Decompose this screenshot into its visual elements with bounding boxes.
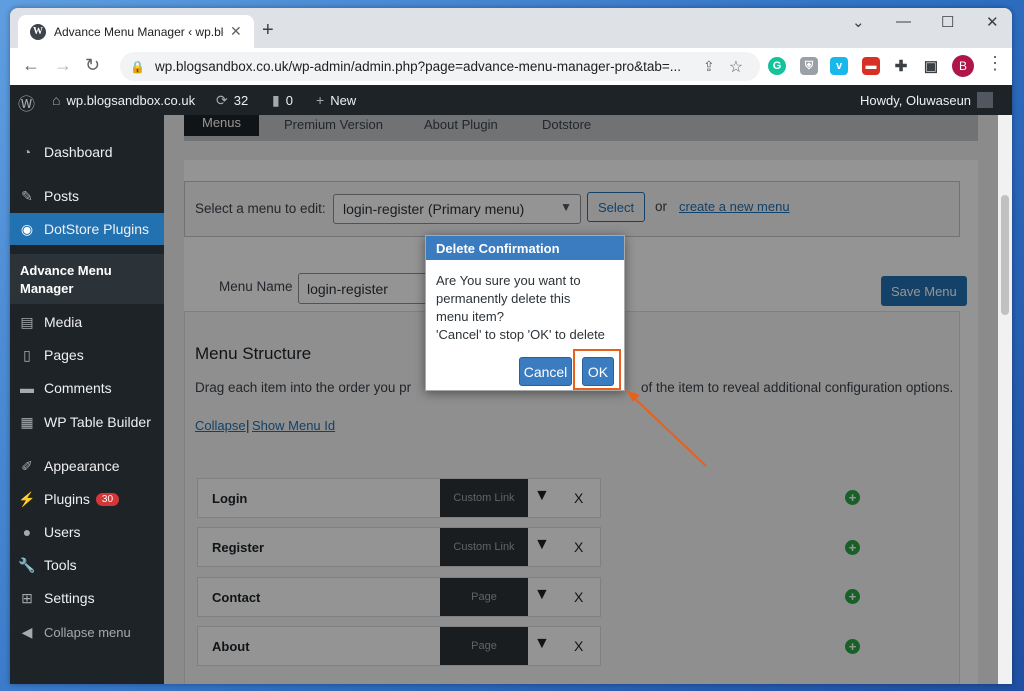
chevron-down-icon[interactable]: ⌄ <box>852 13 865 31</box>
home-icon: ⌂ <box>52 92 61 108</box>
users-icon: ● <box>22 524 32 540</box>
modal-overlay <box>164 115 998 684</box>
minimize-icon[interactable]: — <box>896 13 911 30</box>
extension-red-icon[interactable]: ▬ <box>862 57 880 75</box>
dialog-line: Are You sure you want to <box>436 273 581 288</box>
tab-title: Advance Menu Manager ‹ wp.blo <box>54 24 224 39</box>
admin-sidebar: ◔ Dashboard ✎ Posts ◉ DotStore Plugins A… <box>10 115 164 684</box>
forward-icon[interactable]: → <box>54 55 72 76</box>
comments-count: 0 <box>285 93 293 108</box>
page-scrollbar[interactable] <box>998 115 1012 684</box>
dashboard-icon: ◔ <box>22 144 32 160</box>
sidebar-item-label: DotStore Plugins <box>44 221 150 237</box>
collapse-icon: ◀ <box>21 623 33 640</box>
plus-icon: + <box>316 92 325 108</box>
sidebar-item-pages[interactable]: ▯ Pages <box>10 339 164 371</box>
grammarly-icon[interactable]: G <box>768 57 786 75</box>
sidebar-item-plugins[interactable]: ⚡ Plugins 30 <box>10 483 164 515</box>
dotstore-icon: ◉ <box>20 220 34 237</box>
star-icon[interactable]: ☆ <box>729 57 743 77</box>
browser-tab[interactable]: W Advance Menu Manager ‹ wp.blo ✕ <box>18 15 254 48</box>
media-icon: ▤ <box>20 313 34 330</box>
maximize-icon[interactable]: ☐ <box>941 13 954 31</box>
new-content-link[interactable]: + New <box>316 92 356 108</box>
sidebar-item-label: Dashboard <box>44 144 113 160</box>
plug-icon: ⚡ <box>18 490 36 507</box>
back-icon[interactable]: ← <box>22 55 40 76</box>
dialog-line: 'Cancel' to stop 'OK' to delete <box>436 327 605 342</box>
pages-icon: ▯ <box>23 346 31 363</box>
vimeo-icon[interactable]: v <box>830 57 848 75</box>
sidebar-item-appearance[interactable]: ✐ Appearance <box>10 450 164 482</box>
wordpress-icon: W <box>30 23 46 40</box>
lock-icon[interactable]: 🔒 <box>130 60 145 74</box>
cancel-button[interactable]: Cancel <box>519 357 572 386</box>
sidebar-item-label: Posts <box>44 188 80 204</box>
sidebar-item-posts[interactable]: ✎ Posts <box>10 180 164 212</box>
sidebar-item-dashboard[interactable]: ◔ Dashboard <box>10 136 164 168</box>
sidebar-item-comments[interactable]: ▬ Comments <box>10 372 164 404</box>
sidebar-item-tools[interactable]: 🔧 Tools <box>10 549 164 581</box>
menu-dots-icon[interactable]: ⋮ <box>986 53 1004 74</box>
sidebar-item-label: Appearance <box>44 458 120 474</box>
puzzle-icon[interactable]: ✚ <box>892 57 910 75</box>
sidebar-item-label: Settings <box>44 590 95 606</box>
howdy-link[interactable]: Howdy, Oluwaseun <box>860 92 994 108</box>
tab-strip: W Advance Menu Manager ‹ wp.blo ✕ + ⌄ — … <box>10 8 1012 48</box>
sidebar-item-label: Tools <box>44 557 77 573</box>
site-name-link[interactable]: ⌂ wp.blogsandbox.co.uk <box>52 92 195 108</box>
site-name: wp.blogsandbox.co.uk <box>66 92 196 108</box>
reload-icon[interactable]: ↻ <box>85 55 100 76</box>
sidebar-item-label: Users <box>44 524 81 540</box>
browser-toolbar: ← → ↻ 🔒 wp.blogsandbox.co.uk/wp-admin/ad… <box>10 48 1012 85</box>
window-close-icon[interactable]: ✕ <box>986 13 999 31</box>
wordpress-logo-icon[interactable]: Ⓦ <box>18 90 35 115</box>
dialog-line: permanently delete this <box>436 291 571 306</box>
sidebar-item-dotstore[interactable]: ◉ DotStore Plugins <box>10 213 164 245</box>
user-avatar <box>977 92 994 108</box>
comment-icon: ▮ <box>272 92 280 108</box>
shield-icon[interactable]: ⛨ <box>800 57 818 75</box>
brush-icon: ✐ <box>21 457 33 474</box>
sidebar-item-label: Plugins <box>44 491 90 507</box>
settings-icon: ⊞ <box>21 589 33 606</box>
dialog-line: menu item? <box>436 309 504 324</box>
close-tab-icon[interactable]: ✕ <box>230 23 242 40</box>
sidebar-submenu: Advance Menu Manager <box>10 254 164 304</box>
dialog-title: Delete Confirmation <box>426 236 624 260</box>
sidebar-item-label: Collapse menu <box>44 624 131 640</box>
comments-icon: ▬ <box>20 380 34 396</box>
sidepanel-icon[interactable]: ▣ <box>922 57 940 75</box>
share-icon[interactable]: ⇪ <box>703 58 715 75</box>
url-text[interactable]: wp.blogsandbox.co.uk/wp-admin/admin.php?… <box>155 59 695 74</box>
wrench-icon: 🔧 <box>18 556 36 573</box>
updates-link[interactable]: ⟳ 32 <box>216 92 248 109</box>
updates-icon: ⟳ <box>216 92 228 108</box>
sidebar-item-users[interactable]: ● Users <box>10 516 164 548</box>
sidebar-item-label: Comments <box>44 380 112 396</box>
pin-icon: ✎ <box>21 187 33 204</box>
sidebar-item-settings[interactable]: ⊞ Settings <box>10 582 164 614</box>
sidebar-item-media[interactable]: ▤ Media <box>10 306 164 338</box>
howdy-text: Howdy, Oluwaseun <box>860 92 972 108</box>
table-icon: ▦ <box>20 413 34 430</box>
wp-admin-bar: Ⓦ ⌂ wp.blogsandbox.co.uk ⟳ 32 ▮ 0 + New … <box>10 85 1012 115</box>
browser-window: W Advance Menu Manager ‹ wp.blo ✕ + ⌄ — … <box>10 8 1012 684</box>
scrollbar-thumb[interactable] <box>1001 195 1009 315</box>
address-bar[interactable]: 🔒 wp.blogsandbox.co.uk/wp-admin/admin.ph… <box>120 52 760 81</box>
sidebar-item-label: Media <box>44 314 83 330</box>
sidebar-item-wp-table-builder[interactable]: ▦ WP Table Builder <box>10 406 164 438</box>
comments-link[interactable]: ▮ 0 <box>272 92 293 109</box>
new-tab-icon[interactable]: + <box>262 19 274 42</box>
sidebar-item-label: WP Table Builder <box>44 414 151 430</box>
sidebar-item-collapse[interactable]: ◀ Collapse menu <box>10 616 164 648</box>
sidebar-sub-item-advance-menu-manager[interactable]: Advance Menu Manager <box>20 262 140 298</box>
dialog-message: Are You sure you want to permanently del… <box>436 272 618 344</box>
sidebar-item-label: Pages <box>44 347 84 363</box>
profile-avatar[interactable]: B <box>952 55 974 77</box>
new-label: New <box>330 92 357 108</box>
updates-count: 32 <box>233 93 249 108</box>
ok-highlight-box <box>573 349 621 390</box>
plugins-update-badge: 30 <box>95 492 120 506</box>
